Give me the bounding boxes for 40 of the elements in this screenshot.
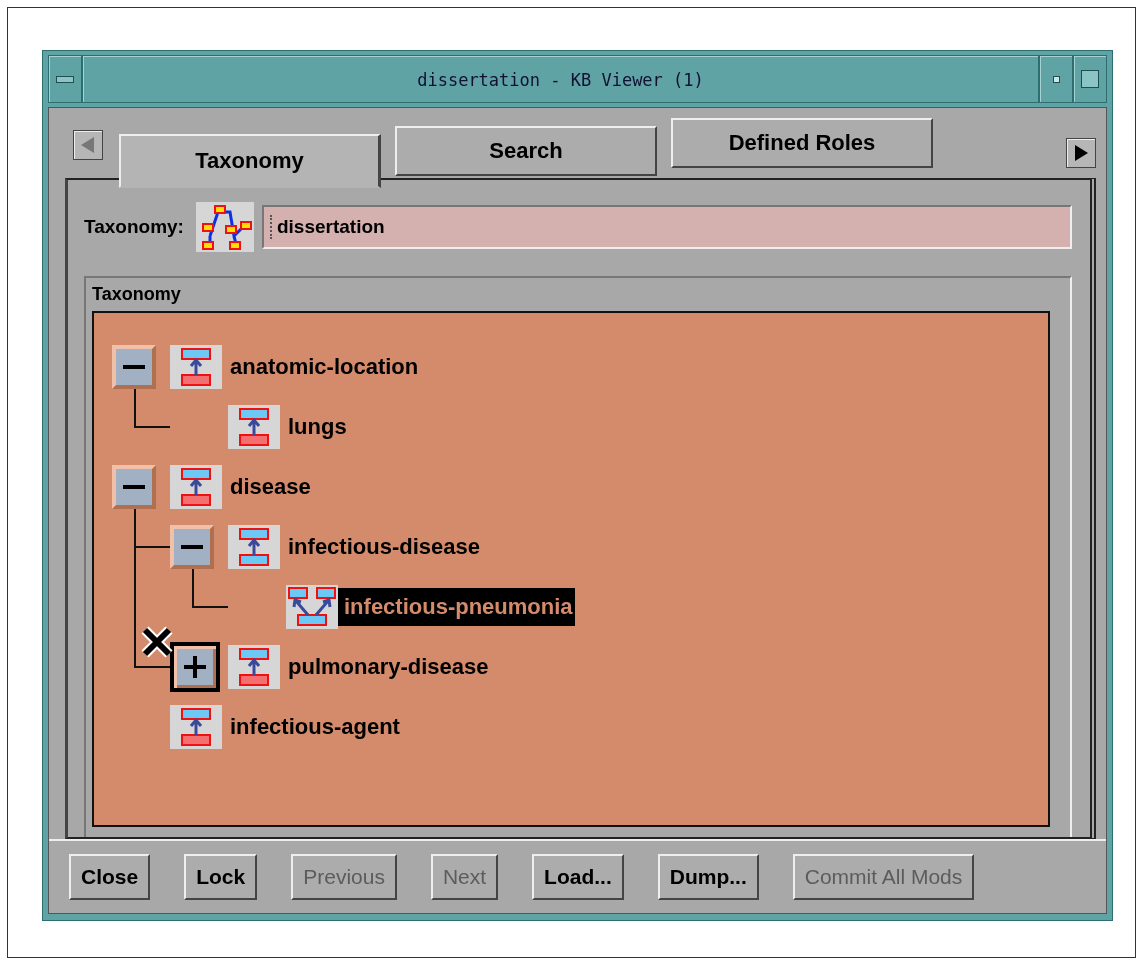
tab[interactable]: Search <box>395 126 657 176</box>
scroll-left-button[interactable] <box>73 130 103 160</box>
concept-icon <box>170 465 222 509</box>
minus-icon <box>123 365 145 369</box>
minus-icon <box>123 485 145 489</box>
tree-item[interactable]: anatomic-location <box>228 348 421 386</box>
tree-item[interactable]: infectious-pneumonia <box>338 588 575 626</box>
cursor-icon <box>140 625 174 659</box>
tree-item[interactable]: infectious-agent <box>228 708 402 746</box>
plus-icon <box>184 656 206 678</box>
expand-button[interactable] <box>170 642 220 692</box>
action-button[interactable]: Load... <box>532 854 624 900</box>
concept-icon <box>228 525 280 569</box>
action-button[interactable]: Dump... <box>657 854 759 900</box>
collapse-button[interactable] <box>112 345 156 389</box>
window-title: dissertation - KB Viewer (1) <box>82 55 1039 103</box>
concept-icon <box>228 645 280 689</box>
collapse-button[interactable] <box>170 525 214 569</box>
tree-item[interactable]: pulmonary-disease <box>286 648 491 686</box>
concept-icon <box>170 345 222 389</box>
minimize-button[interactable] <box>1039 55 1073 103</box>
concept-icon <box>228 405 280 449</box>
tree-item[interactable]: lungs <box>286 408 349 446</box>
scroll-right-button[interactable] <box>1066 138 1096 168</box>
collapse-button[interactable] <box>112 465 156 509</box>
taxonomy-icon <box>195 202 254 252</box>
group-title: Taxonomy <box>92 284 182 305</box>
field-label: Taxonomy: <box>84 216 184 238</box>
minus-icon <box>181 545 203 549</box>
taxonomy-field[interactable]: dissertation <box>261 205 1072 249</box>
tree-item[interactable]: disease <box>228 468 313 506</box>
concept-icon <box>286 585 338 629</box>
concept-icon <box>170 705 222 749</box>
action-button[interactable]: Close <box>69 854 151 900</box>
tree-item[interactable]: infectious-disease <box>286 528 482 566</box>
tab[interactable]: Taxonomy <box>119 134 381 188</box>
maximize-button[interactable] <box>1073 55 1107 103</box>
window-menu-button[interactable] <box>48 55 82 103</box>
action-button[interactable]: Lock <box>184 854 258 900</box>
tab[interactable]: Defined Roles <box>671 118 933 168</box>
